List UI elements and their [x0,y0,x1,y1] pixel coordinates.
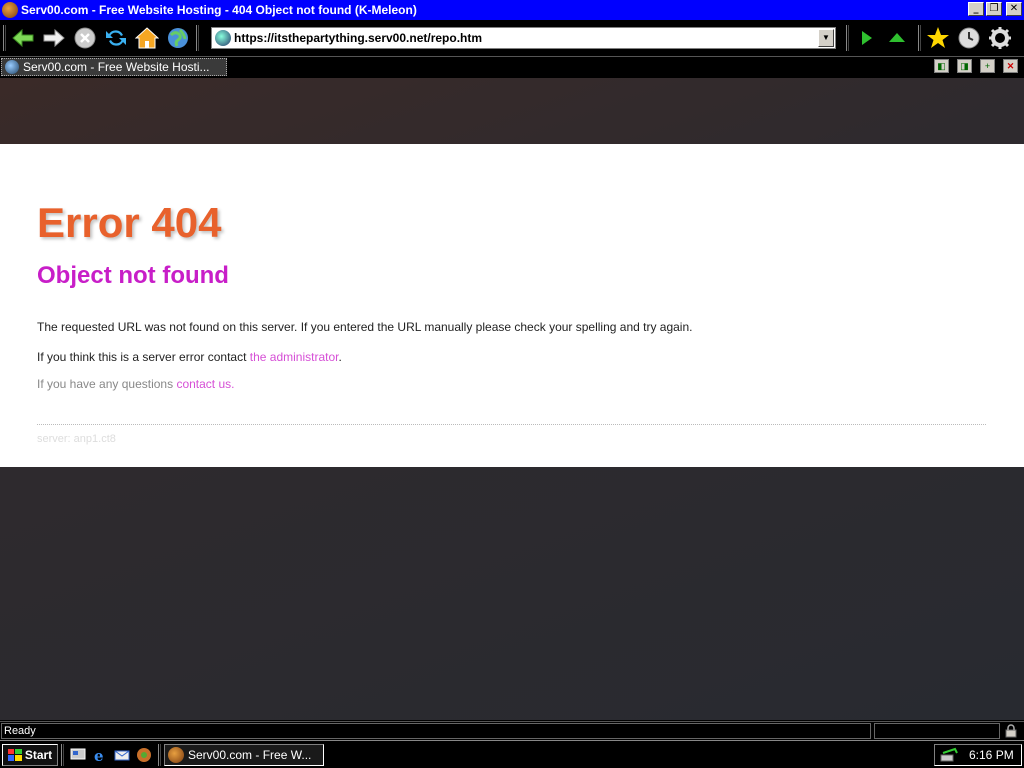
clock[interactable]: 6:16 PM [969,748,1014,762]
taskbar: Start e Serv00.com - Free W... 6:16 PM [0,740,1024,768]
reload-button[interactable] [103,25,129,51]
address-bar[interactable]: ▼ [211,27,836,49]
internet-explorer-icon[interactable]: e [91,746,109,764]
new-tab-icon[interactable]: + [980,59,995,73]
back-button[interactable] [10,25,36,51]
title-bar[interactable]: Serv00.com - Free Website Hosting - 404 … [0,0,1024,20]
start-label: Start [24,747,53,762]
outlook-express-icon[interactable] [113,746,131,764]
minimize-button[interactable]: _ [968,2,984,16]
forward-arrow-icon [43,28,65,48]
system-tray: 6:16 PM [934,744,1022,766]
up-button[interactable] [884,25,910,51]
k-meleon-app-icon[interactable] [2,2,18,18]
tab-favicon-icon [5,60,19,74]
home-icon [135,27,159,49]
stop-button[interactable] [72,25,98,51]
back-arrow-icon [12,28,34,48]
windows-logo-icon [7,748,22,761]
kmeleon-glyph-icon [137,747,151,762]
admin-paragraph: If you think this is a server error cont… [37,350,342,364]
mail-glyph-icon [114,750,130,760]
task-app-icon [168,746,184,763]
error-subheading: Object not found [37,262,229,289]
k-meleon-quicklaunch-icon[interactable] [135,746,153,764]
forward-button[interactable] [41,25,67,51]
up-arrow-icon [889,33,905,42]
page-viewport[interactable]: Error 404 Object not found The requested… [0,78,1024,720]
questions-paragraph: If you have any questions contact us. [37,377,234,391]
taskbar-separator-2 [158,743,161,766]
window-title: Serv00.com - Free Website Hosting - 404 … [21,3,417,17]
stop-icon [74,27,96,49]
status-text: Ready [1,723,871,739]
taskbar-window-button[interactable]: Serv00.com - Free W... [164,743,324,766]
history-button[interactable] [956,25,982,51]
admin-text: If you think this is a server error cont… [37,350,250,364]
close-window-button[interactable]: ✕ [1006,2,1022,16]
browser-window: Serv00.com - Free Website Hosting - 404 … [0,0,1024,740]
error-panel: Error 404 Object not found The requested… [0,144,1024,467]
show-desktop-icon[interactable] [69,746,87,764]
ie-glyph-icon: e [94,747,104,763]
navigation-toolbar: ▼ [0,22,1024,54]
admin-suffix: . [338,350,342,364]
svg-text:e: e [94,747,104,763]
error-heading: Error 404 [37,199,222,246]
url-input[interactable] [234,29,818,47]
task-label: Serv00.com - Free W... [188,747,312,762]
go-arrow-icon [862,31,872,45]
error-message: The requested URL was not found on this … [37,320,693,334]
toolbar-grip-4[interactable] [918,25,921,51]
home-button[interactable] [134,25,160,51]
taskbar-separator [61,743,64,766]
window-controls: _ ❐ ✕ [968,2,1022,16]
toolbar-grip-2[interactable] [196,25,199,51]
settings-button[interactable] [987,25,1013,51]
site-identity-icon[interactable] [215,30,231,46]
server-signature: server: anp1.ct8 [37,433,116,445]
network-tray-icon[interactable] [939,747,959,763]
toolbar-grip[interactable] [3,25,6,51]
restore-button[interactable]: ❐ [986,2,1002,16]
administrator-link[interactable]: the administrator [250,350,339,364]
tab-prev-icon[interactable]: ◧ [934,59,949,73]
go-button[interactable] [853,25,879,51]
close-tab-icon[interactable]: ✕ [1003,59,1018,73]
globe-button[interactable] [165,25,191,51]
tab-controls: ◧ ◨ + ✕ [934,59,1018,73]
security-lock-icon[interactable] [1004,724,1018,738]
status-bar: Ready [0,721,1024,739]
clock-icon [958,27,980,49]
divider [37,424,986,425]
star-icon [927,27,949,48]
tab-bar: Serv00.com - Free Website Hosti... ◧ ◨ +… [0,56,1024,77]
tab-next-icon[interactable]: ◨ [957,59,972,73]
progress-slot [874,723,1000,739]
desktop-glyph-icon [70,748,86,759]
tab-label: Serv00.com - Free Website Hosti... [23,60,210,74]
questions-text: If you have any questions [37,377,177,391]
contact-us-link[interactable]: contact us. [176,377,234,391]
toolbar-grip-3[interactable] [846,25,849,51]
reload-icon [106,30,126,46]
toolbar-right-group [843,25,1018,51]
tab-active[interactable]: Serv00.com - Free Website Hosti... [1,58,227,76]
url-history-dropdown[interactable]: ▼ [818,29,834,47]
globe-icon [168,28,188,48]
bookmarks-button[interactable] [925,25,951,51]
gear-icon [989,27,1011,49]
start-button[interactable]: Start [2,743,58,766]
